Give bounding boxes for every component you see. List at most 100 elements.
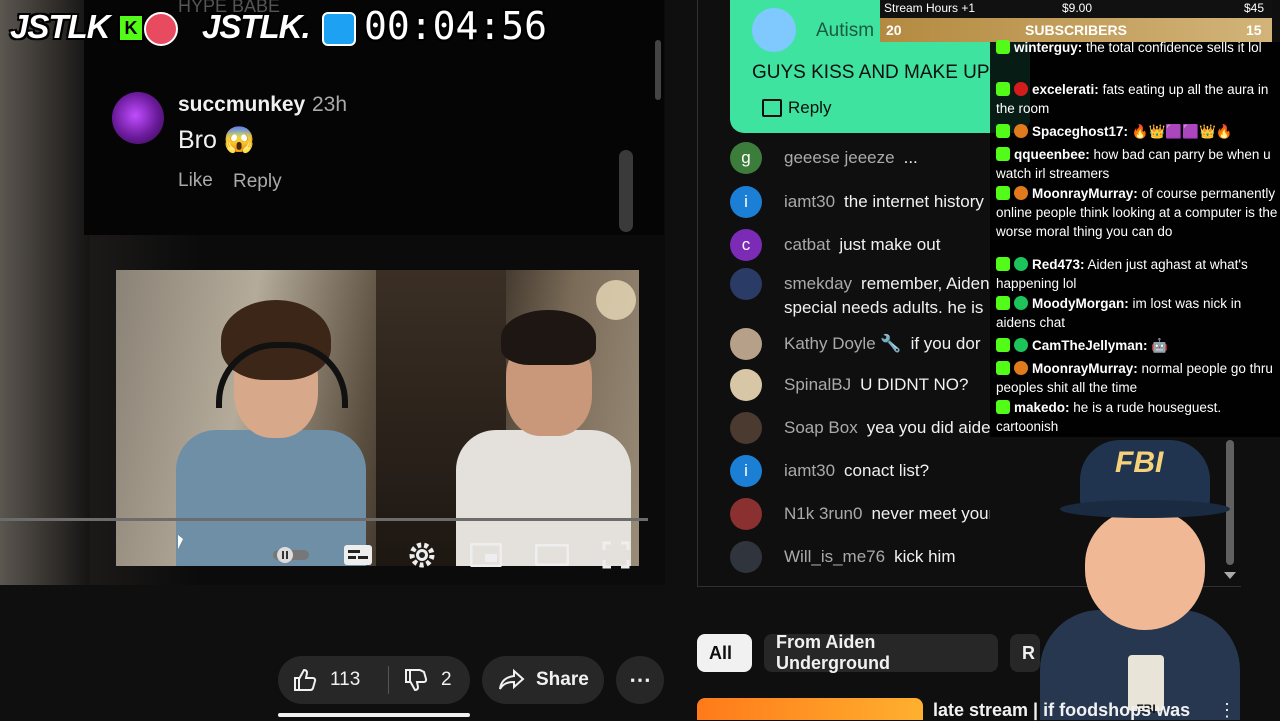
chat-avatar[interactable] xyxy=(730,412,762,444)
miniplayer-icon[interactable] xyxy=(468,538,504,572)
kick-badge-icon xyxy=(996,361,1010,375)
overlay-chat-username: CamTheJellyman: xyxy=(1032,338,1148,353)
mascot-face xyxy=(1085,510,1205,630)
chat-username[interactable]: iamt30 xyxy=(784,192,835,212)
video-progress-bar[interactable] xyxy=(0,518,648,521)
chat-message[interactable]: Kathy Doyle 🔧 if you dor xyxy=(730,328,981,360)
share-button[interactable]: Share xyxy=(482,656,604,704)
chat-username[interactable]: catbat xyxy=(784,235,830,255)
comment-scrollbar-thumb[interactable] xyxy=(655,40,661,100)
comment-scrollbar[interactable] xyxy=(619,150,633,232)
reply-icon xyxy=(762,99,782,117)
gear-icon[interactable] xyxy=(404,538,440,572)
chat-username[interactable]: geeese jeeeze xyxy=(784,148,895,168)
fullscreen-icon[interactable] xyxy=(598,538,634,572)
chat-username[interactable]: N1k 3run0 xyxy=(784,504,862,524)
goal-mid-amount: $9.00 xyxy=(1062,1,1093,15)
chat-avatar[interactable] xyxy=(730,498,762,530)
chat-avatar[interactable]: i xyxy=(730,186,762,218)
commenter-avatar xyxy=(112,92,164,144)
filter-chip-from-channel[interactable]: From Aiden​Underground xyxy=(764,632,998,673)
chat-message[interactable]: smekday remember, Aiden xyxy=(730,268,990,300)
dislike-count: 2 xyxy=(441,669,452,690)
like-button[interactable]: 113 xyxy=(278,667,388,693)
overlay-chat-text: 🤖 xyxy=(1151,338,1169,353)
share-label: Share xyxy=(536,669,589,690)
kick-badge-icon xyxy=(996,257,1010,271)
kick-badge-icon xyxy=(996,147,1010,161)
kick-badge-icon xyxy=(996,40,1010,54)
subtitles-icon[interactable] xyxy=(340,538,376,572)
overlay-chat-text: the total confidence sells it lol xyxy=(1086,40,1262,55)
recommended-title[interactable]: late stream | if foodshops was xyxy=(933,700,1190,721)
chat-text: ... xyxy=(903,148,918,167)
comment-like-button[interactable]: Like xyxy=(178,170,213,192)
chat-avatar[interactable]: c xyxy=(730,229,762,261)
like-count: 113 xyxy=(330,669,361,690)
chat-username[interactable]: Soap Box xyxy=(784,418,858,438)
chat-message[interactable]: N1k 3run0 never meet your heros... xyxy=(730,498,990,530)
chat-username[interactable]: smekday xyxy=(784,274,852,294)
chat-avatar[interactable] xyxy=(730,541,762,573)
more-actions-button[interactable]: ⋯ xyxy=(616,656,664,704)
chat-avatar[interactable] xyxy=(730,268,762,300)
overlay-chat-username: makedo: xyxy=(1014,400,1070,415)
chat-message[interactable]: i iamt30 conact list? xyxy=(730,455,929,487)
chat-message[interactable]: i iamt30 the internet history xyxy=(730,186,984,218)
chat-text: never meet your heros... xyxy=(871,504,990,523)
pinned-text: GUYS KISS AND MAKE UP xyxy=(752,62,990,83)
chat-message[interactable]: SpinalBJ U DIDNT NO? xyxy=(730,369,968,401)
chat-text-continued: special needs adults. he is xyxy=(784,298,984,317)
chat-message[interactable]: Will_is_me76 kick him xyxy=(730,541,956,573)
overlay-chat-message: winterguy: the total confidence sells it… xyxy=(996,38,1278,57)
overlay-chat-username: Spaceghost17: xyxy=(1032,124,1129,139)
user-badge-icon xyxy=(1014,296,1028,310)
embedded-video-frame[interactable] xyxy=(116,270,639,566)
filter-chip-next[interactable]: R xyxy=(1010,634,1040,672)
thumbs-up-icon xyxy=(294,668,317,691)
mouse-cursor xyxy=(178,535,183,549)
pinned-username: Autism xyxy=(816,20,875,41)
chat-username[interactable]: SpinalBJ xyxy=(784,375,851,395)
chat-text: just make out xyxy=(839,235,941,254)
recommended-menu-icon[interactable]: ⋮ xyxy=(1218,700,1236,721)
overlay-chat-username: winterguy: xyxy=(1014,40,1083,55)
chat-avatar[interactable] xyxy=(730,369,762,401)
chat-avatar[interactable]: g xyxy=(730,142,762,174)
chat-text: conact list? xyxy=(844,461,930,480)
pinned-reply-button[interactable]: Reply xyxy=(762,96,831,120)
pinned-reply-label: Reply xyxy=(788,98,832,117)
overlay-chat-text: 🔥👑🟪🟪👑🔥 xyxy=(1131,124,1233,139)
subscriber-goal-bar: Stream Hours +1 $9.00 $45 20 SUBSCRIBERS… xyxy=(880,0,1272,42)
stream-hours-label: Stream Hours +1 xyxy=(884,1,976,15)
theater-icon[interactable] xyxy=(532,538,572,572)
overlay-chat-message: qqueenbee: how bad can parry be when u w… xyxy=(996,145,1278,183)
overlay-chat-username: MoonrayMurray: xyxy=(1032,186,1138,201)
instagram-icon xyxy=(144,12,178,46)
chat-message[interactable]: c catbat just make out xyxy=(730,229,940,261)
chat-username[interactable]: iamt30 xyxy=(784,461,835,481)
commenter-username: succmunkey xyxy=(178,93,306,116)
comment-reply-button[interactable]: Reply xyxy=(233,171,282,193)
autoplay-toggle-icon[interactable] xyxy=(268,538,314,572)
chat-message[interactable]: Soap Box yea you did aide xyxy=(730,412,990,444)
background-wall xyxy=(0,0,90,585)
mascot-hat-text: FBI xyxy=(1115,446,1164,479)
chat-username[interactable]: Will_is_me76 xyxy=(784,547,885,567)
user-badge-icon xyxy=(1014,338,1028,352)
dislike-button[interactable]: 2 xyxy=(389,667,452,693)
filter-chip-all[interactable]: All xyxy=(697,634,752,672)
comment-text: Bro 😱 xyxy=(178,126,255,154)
chat-avatar[interactable] xyxy=(730,328,762,360)
pinned-avatar xyxy=(752,8,796,52)
overlay-chat-message: makedo: he is a rude houseguest. cartoon… xyxy=(996,398,1278,436)
chat-avatar[interactable]: i xyxy=(730,455,762,487)
recommended-thumbnail[interactable] xyxy=(697,698,923,720)
user-badge-icon xyxy=(1014,186,1028,200)
chat-text: yea you did aide xyxy=(866,418,990,437)
chat-message-viewport: g geeese jeeeze... i iamt30 the internet his… xyxy=(730,142,990,582)
channel-logo-secondary: JSTLK. xyxy=(202,8,311,45)
chat-username[interactable]: Kathy Doyle 🔧 xyxy=(784,334,902,354)
chat-message[interactable]: g geeese jeeeze... xyxy=(730,142,918,174)
scroll-indicator xyxy=(278,713,470,717)
